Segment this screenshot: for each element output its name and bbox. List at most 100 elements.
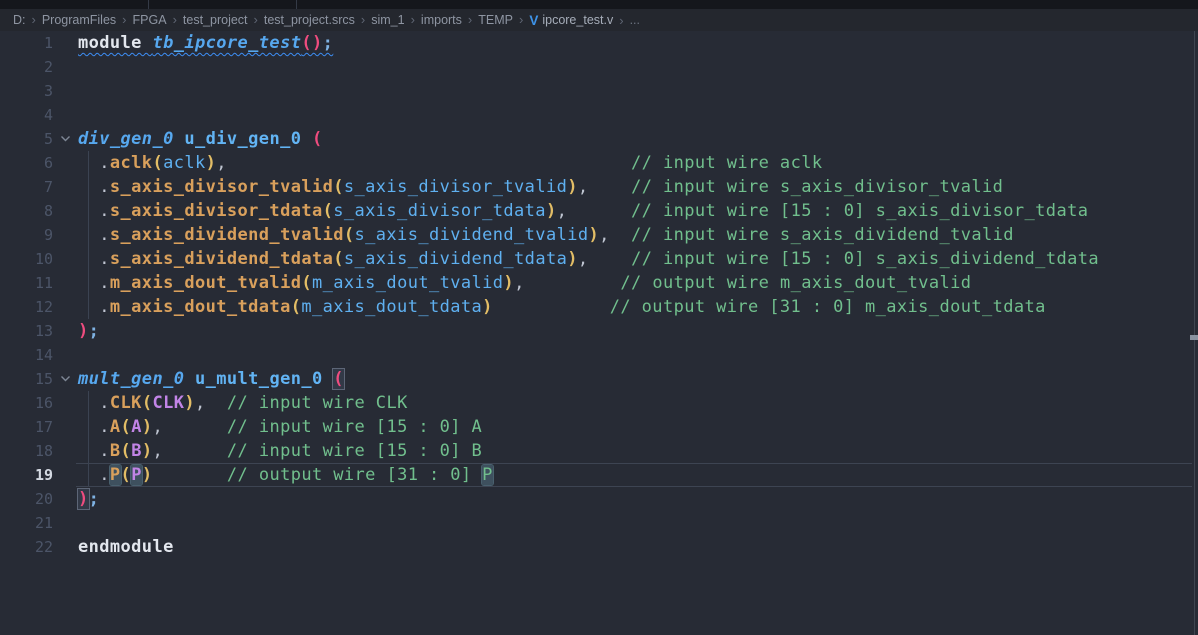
line-number[interactable]: 18: [0, 439, 53, 463]
indent-guide: [88, 151, 89, 319]
code-text[interactable]: .aclk(aclk), // input wire aclk: [78, 151, 1198, 175]
code-line[interactable]: 1 module tb_ipcore_test();: [0, 31, 1198, 55]
code-line[interactable]: 2: [0, 55, 1198, 79]
code-line[interactable]: 15 mult_gen_0 u_mult_gen_0 (: [0, 367, 1198, 391]
line-number[interactable]: 20: [0, 487, 53, 511]
code-line[interactable]: 12 .m_axis_dout_tdata(m_axis_dout_tdata)…: [0, 295, 1198, 319]
breadcrumb-item[interactable]: test_project.srcs: [264, 13, 355, 27]
code-line[interactable]: 11 .m_axis_dout_tvalid(m_axis_dout_tvali…: [0, 271, 1198, 295]
line-number[interactable]: 16: [0, 391, 53, 415]
fold-chevron-icon[interactable]: [53, 367, 78, 391]
line-number[interactable]: 5: [0, 127, 53, 151]
code-editor[interactable]: 1 module tb_ipcore_test(); 2345 div_gen_0 u…: [0, 31, 1198, 635]
code-token: u_div_gen_0: [184, 129, 301, 149]
code-text[interactable]: .s_axis_dividend_tvalid(s_axis_dividend_…: [78, 223, 1198, 247]
code-text[interactable]: .m_axis_dout_tdata(m_axis_dout_tdata) //…: [78, 295, 1198, 319]
scrollbar-track[interactable]: [1194, 31, 1195, 635]
code-text[interactable]: .P(P) // output wire [31 : 0] P: [78, 463, 1198, 487]
code-token: .: [78, 225, 110, 245]
code-text[interactable]: .A(A), // input wire [15 : 0] A: [78, 415, 1198, 439]
code-line[interactable]: 13);: [0, 319, 1198, 343]
code-line[interactable]: 21: [0, 511, 1198, 535]
line-number[interactable]: 12: [0, 295, 53, 319]
fold-chevron-icon[interactable]: [53, 127, 78, 151]
line-number[interactable]: 17: [0, 415, 53, 439]
code-line[interactable]: 18 .B(B), // input wire [15 : 0] B: [0, 439, 1198, 463]
code-text[interactable]: [78, 511, 1198, 535]
code-token: [163, 441, 227, 461]
line-number[interactable]: 22: [0, 535, 53, 559]
code-line[interactable]: 16 .CLK(CLK), // input wire CLK: [0, 391, 1198, 415]
code-text[interactable]: .B(B), // input wire [15 : 0] B: [78, 439, 1198, 463]
line-number[interactable]: 13: [0, 319, 53, 343]
line-number[interactable]: 9: [0, 223, 53, 247]
code-line[interactable]: 14: [0, 343, 1198, 367]
code-token: [567, 201, 631, 221]
breadcrumb-item[interactable]: sim_1: [371, 13, 404, 27]
code-text[interactable]: .m_axis_dout_tvalid(m_axis_dout_tvalid),…: [78, 271, 1198, 295]
line-number[interactable]: 11: [0, 271, 53, 295]
code-line[interactable]: 4: [0, 103, 1198, 127]
code-text[interactable]: );: [78, 487, 1198, 511]
code-token: ;: [323, 33, 334, 53]
code-text[interactable]: [78, 103, 1198, 127]
code-text[interactable]: div_gen_0 u_div_gen_0 (: [78, 127, 1198, 151]
code-token: ,: [557, 201, 568, 221]
line-number[interactable]: 2: [0, 55, 53, 79]
breadcrumb-item[interactable]: D:: [13, 13, 26, 27]
code-token: (: [121, 417, 132, 437]
code-line[interactable]: 8 .s_axis_divisor_tdata(s_axis_divisor_t…: [0, 199, 1198, 223]
code-token: [610, 225, 631, 245]
line-number[interactable]: 21: [0, 511, 53, 535]
line-number[interactable]: 4: [0, 103, 53, 127]
code-line[interactable]: 9 .s_axis_dividend_tvalid(s_axis_dividen…: [0, 223, 1198, 247]
code-text[interactable]: );: [78, 319, 1198, 343]
breadcrumb-item[interactable]: imports: [421, 13, 462, 27]
code-line[interactable]: 22 endmodule: [0, 535, 1198, 559]
code-line[interactable]: 7 .s_axis_divisor_tvalid(s_axis_divisor_…: [0, 175, 1198, 199]
line-number[interactable]: 7: [0, 175, 53, 199]
line-number[interactable]: 8: [0, 199, 53, 223]
code-text[interactable]: .s_axis_divisor_tdata(s_axis_divisor_tda…: [78, 199, 1198, 223]
line-number[interactable]: 3: [0, 79, 53, 103]
code-line[interactable]: 5 div_gen_0 u_div_gen_0 (: [0, 127, 1198, 151]
line-number[interactable]: 19: [0, 463, 53, 487]
code-text[interactable]: endmodule: [78, 535, 1198, 559]
code-token: ): [184, 393, 195, 413]
line-number[interactable]: 14: [0, 343, 53, 367]
breadcrumb-file-name[interactable]: ipcore_test.v: [542, 13, 613, 27]
line-number[interactable]: 6: [0, 151, 53, 175]
code-token: (: [301, 273, 312, 293]
code-line[interactable]: 6 .aclk(aclk), // input wire aclk: [0, 151, 1198, 175]
code-token: // output wire m_axis_dout_tvalid: [620, 273, 971, 293]
code-text[interactable]: .CLK(CLK), // input wire CLK: [78, 391, 1198, 415]
code-line[interactable]: 10 .s_axis_dividend_tdata(s_axis_dividen…: [0, 247, 1198, 271]
code-text[interactable]: module tb_ipcore_test();: [78, 31, 1198, 55]
code-token: [301, 129, 312, 149]
code-text[interactable]: .s_axis_dividend_tdata(s_axis_dividend_t…: [78, 247, 1198, 271]
code-line[interactable]: 3: [0, 79, 1198, 103]
code-token: [184, 369, 195, 389]
breadcrumb-item[interactable]: TEMP: [478, 13, 513, 27]
code-line[interactable]: 19 .P(P) // output wire [31 : 0] P: [0, 463, 1198, 487]
code-token: .: [78, 441, 110, 461]
line-number[interactable]: 15: [0, 367, 53, 391]
code-text[interactable]: [78, 55, 1198, 79]
code-text[interactable]: [78, 343, 1198, 367]
code-line[interactable]: 20);: [0, 487, 1198, 511]
breadcrumb-overflow[interactable]: ...: [630, 13, 640, 27]
code-token: // input wire [15 : 0] A: [227, 417, 482, 437]
breadcrumb-item[interactable]: FPGA: [133, 13, 167, 27]
code-token: ,: [514, 273, 525, 293]
code-token: tb_ipcore_test: [152, 33, 301, 53]
code-line[interactable]: 17 .A(A), // input wire [15 : 0] A: [0, 415, 1198, 439]
verilog-file-icon: V: [529, 13, 537, 28]
line-number[interactable]: 10: [0, 247, 53, 271]
code-text[interactable]: .s_axis_divisor_tvalid(s_axis_divisor_tv…: [78, 175, 1198, 199]
breadcrumb-item[interactable]: ProgramFiles: [42, 13, 116, 27]
code-text[interactable]: [78, 79, 1198, 103]
breadcrumb-item[interactable]: test_project: [183, 13, 248, 27]
code-text[interactable]: mult_gen_0 u_mult_gen_0 (: [78, 367, 1198, 391]
code-token: [206, 393, 227, 413]
line-number[interactable]: 1: [0, 31, 53, 55]
